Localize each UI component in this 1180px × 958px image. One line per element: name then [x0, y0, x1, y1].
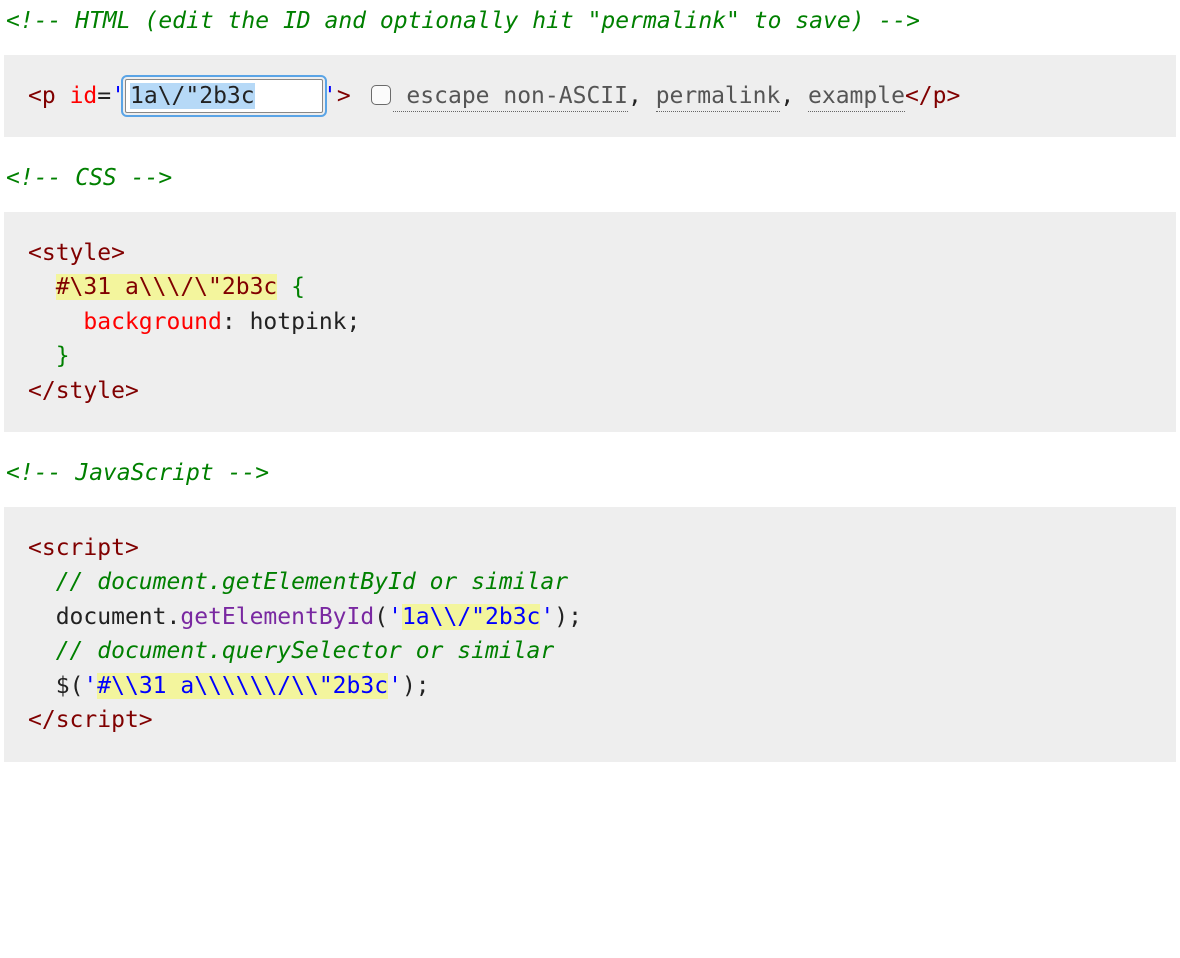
html-comment: <!-- HTML (edit the ID and optionally hi… [0, 0, 1180, 43]
space [56, 83, 70, 109]
p-open-lt: < [28, 83, 42, 109]
style-close-gt: > [125, 378, 139, 404]
gEBI-arg: 1a\\/"2b3c [402, 604, 540, 630]
paren-open-2: ( [70, 673, 84, 699]
style-close-tag: style [56, 378, 125, 404]
q-close-2: ' [388, 673, 402, 699]
css-selector: #\31 a\\\/\"2b3c [56, 274, 278, 300]
indent-close [28, 343, 56, 369]
p-close-gt: > [947, 83, 961, 109]
paren-close-1: ) [554, 604, 568, 630]
p-close-lt: </ [905, 83, 933, 109]
semi-2: ; [416, 673, 430, 699]
q-open: ' [111, 83, 125, 109]
style-open-lt: < [28, 240, 42, 266]
attr-id: id [70, 83, 98, 109]
js-comment-1: // document.getElementById or similar [56, 569, 568, 595]
colon: : [222, 309, 250, 335]
css-block: <style> #\31 a\\\/\"2b3c { background: h… [4, 212, 1176, 433]
qs-arg: #\\31 a\\\\\\/\\"2b3c [97, 673, 388, 699]
indent-c [28, 638, 56, 664]
paren-close-2: ) [402, 673, 416, 699]
jquery-ident: $ [56, 673, 70, 699]
script-close-tag: script [56, 707, 139, 733]
escape-nonascii-label[interactable]: escape non-ASCII [393, 83, 628, 112]
dot1: . [166, 604, 180, 630]
css-comment: <!-- CSS --> [0, 157, 1180, 200]
js-comment: <!-- JavaScript --> [0, 452, 1180, 495]
js-block: <script> // document.getElementById or s… [4, 507, 1176, 762]
indent2 [28, 309, 83, 335]
script-close-gt: > [139, 707, 153, 733]
style-open-tag: style [42, 240, 111, 266]
script-open-gt: > [125, 535, 139, 561]
style-open-gt: > [111, 240, 125, 266]
brace-open: { [291, 274, 305, 300]
eq: = [97, 83, 111, 109]
css-prop: background [83, 309, 221, 335]
semi-1: ; [568, 604, 582, 630]
indent-b [28, 604, 56, 630]
script-open-lt: < [28, 535, 42, 561]
sep1: , [628, 83, 656, 109]
css-value: hotpink [250, 309, 347, 335]
sep2: , [780, 83, 808, 109]
style-close-lt: </ [28, 378, 56, 404]
escape-nonascii-checkbox[interactable] [371, 85, 391, 105]
getelementbyid-method: getElementById [180, 604, 374, 630]
p-close-tag: p [933, 83, 947, 109]
p-open-tag: p [42, 83, 56, 109]
q-open-2: ' [83, 673, 97, 699]
brace-close: } [56, 343, 70, 369]
js-comment-2: // document.querySelector or similar [56, 638, 555, 664]
permalink-link[interactable]: permalink [656, 83, 781, 112]
q-open-1: ' [388, 604, 402, 630]
html-block: <p id=''> escape non-ASCII, permalink, e… [4, 55, 1176, 138]
id-input[interactable] [125, 79, 323, 113]
indent-d [28, 673, 56, 699]
p-open-gt: > [337, 83, 351, 109]
q-close: ' [323, 83, 337, 109]
indent-a [28, 569, 56, 595]
script-close-lt: </ [28, 707, 56, 733]
script-open-tag: script [42, 535, 125, 561]
paren-open-1: ( [374, 604, 388, 630]
example-link[interactable]: example [808, 83, 905, 112]
sp [277, 274, 291, 300]
indent [28, 274, 56, 300]
semi: ; [347, 309, 361, 335]
document-ident: document [56, 604, 167, 630]
q-close-1: ' [540, 604, 554, 630]
